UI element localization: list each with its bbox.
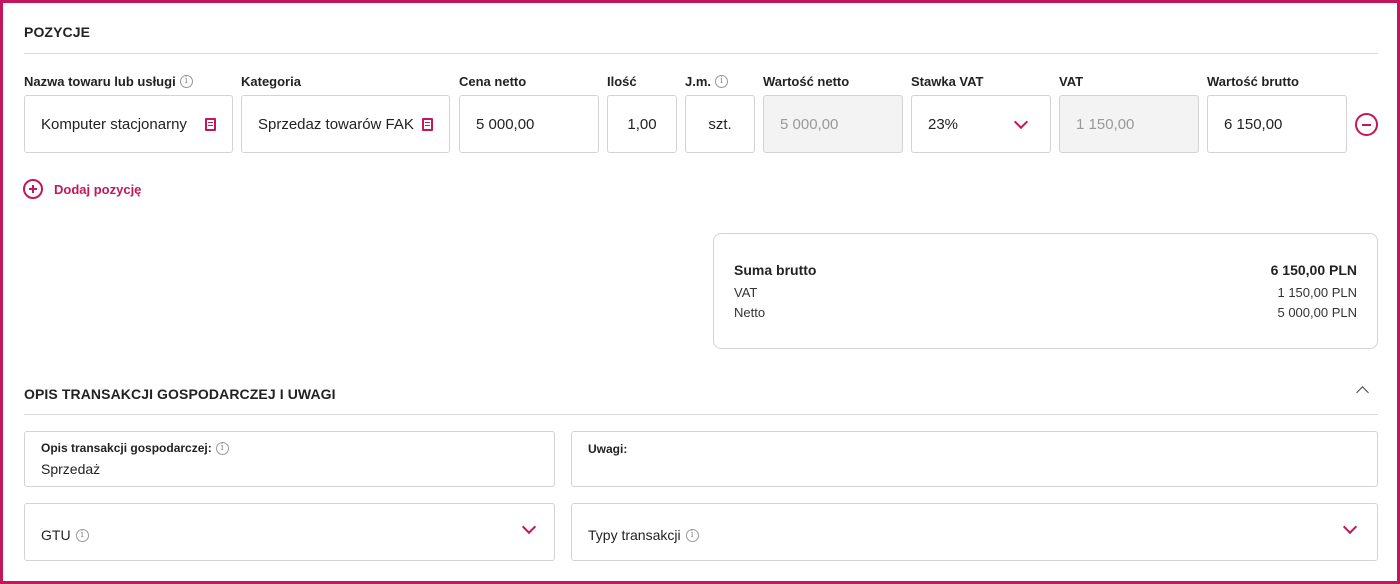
description-title: OPIS TRANSAKCJI GOSPODARCZEJ I UWAGI [24,386,336,402]
vat-rate-select[interactable]: 23% [911,95,1051,153]
plus-circle-icon [23,179,43,199]
summary-gross-row: Suma brutto 6 150,00 PLN [734,262,1357,278]
summary-vat-value: 1 150,00 PLN [1277,285,1357,300]
summary-vat-label: VAT [734,285,758,300]
chevron-down-icon [1013,114,1029,129]
summary-gross-label: Suma brutto [734,262,817,278]
opis-label-text: Opis transakcji gospodarczej: [41,441,212,455]
label-net-price: Cena netto [459,74,527,89]
label-category: Kategoria [241,74,301,89]
net-value-readonly: 5 000,00 [763,95,903,153]
minus-circle-icon [1362,123,1371,126]
category-value: Sprzedaz towarów FAK [258,115,414,133]
positions-divider [24,53,1378,54]
summary-net-row: Netto 5 000,00 PLN [734,305,1357,320]
label-vat-rate: Stawka VAT [911,74,984,89]
summary-net-value: 5 000,00 PLN [1277,305,1357,320]
opis-value: Sprzedaż [41,461,101,477]
chevron-down-icon [521,519,537,535]
label-unit-text: J.m. [685,74,712,89]
label-unit: J.m. i [685,74,729,89]
summary-vat-row: VAT 1 150,00 PLN [734,285,1357,300]
add-position-button[interactable]: Dodaj pozycję [23,179,141,199]
info-icon[interactable]: i [75,528,89,542]
quantity-input[interactable]: 1,00 [607,95,677,153]
info-icon[interactable]: i [685,528,699,542]
net-price-input[interactable]: 5 000,00 [459,95,599,153]
typy-label: Typy transakcji i [588,527,699,543]
category-field[interactable]: Sprzedaz towarów FAK [241,95,450,153]
label-gross-value: Wartość brutto [1207,74,1299,89]
item-name-value: Komputer stacjonarny [41,115,187,133]
info-icon[interactable]: i [215,441,229,455]
typy-label-text: Typy transakcji [588,527,681,543]
summary-net-label: Netto [734,305,766,320]
vat-rate-value: 23% [928,115,959,133]
item-name-field[interactable]: Komputer stacjonarny [24,95,233,153]
chevron-down-icon [1342,519,1358,535]
label-net-value: Wartość netto [763,74,850,89]
uwagi-label: Uwagi: [588,442,628,456]
label-quantity: Ilość [607,74,637,89]
book-icon[interactable] [422,117,433,131]
add-position-label: Dodaj pozycję [54,181,142,197]
opis-field[interactable]: Opis transakcji gospodarczej: i Sprzedaż [24,431,555,487]
opis-label: Opis transakcji gospodarczej: i [41,441,229,455]
description-divider [24,414,1378,415]
book-icon[interactable] [205,117,216,131]
label-name: Nazwa towaru lub usługi i [24,74,193,89]
info-icon[interactable]: i [179,75,193,88]
label-vat: VAT [1059,74,1084,89]
summary-gross-value: 6 150,00 PLN [1270,262,1357,278]
gtu-select[interactable]: GTU i [24,503,555,561]
summary-box: Suma brutto 6 150,00 PLN VAT 1 150,00 PL… [713,233,1378,349]
positions-title: POZYCJE [24,24,91,40]
uwagi-field[interactable]: Uwagi: [571,431,1378,487]
gtu-label-text: GTU [41,527,71,543]
unit-input[interactable]: szt. [685,95,755,153]
transaction-types-select[interactable]: Typy transakcji i [571,503,1378,561]
gross-value-input[interactable]: 6 150,00 [1207,95,1347,153]
gtu-label: GTU i [41,527,89,543]
vat-readonly: 1 150,00 [1059,95,1199,153]
info-icon[interactable]: i [715,75,729,88]
remove-position-button[interactable] [1355,113,1378,136]
label-name-text: Nazwa towaru lub usługi [24,74,176,89]
